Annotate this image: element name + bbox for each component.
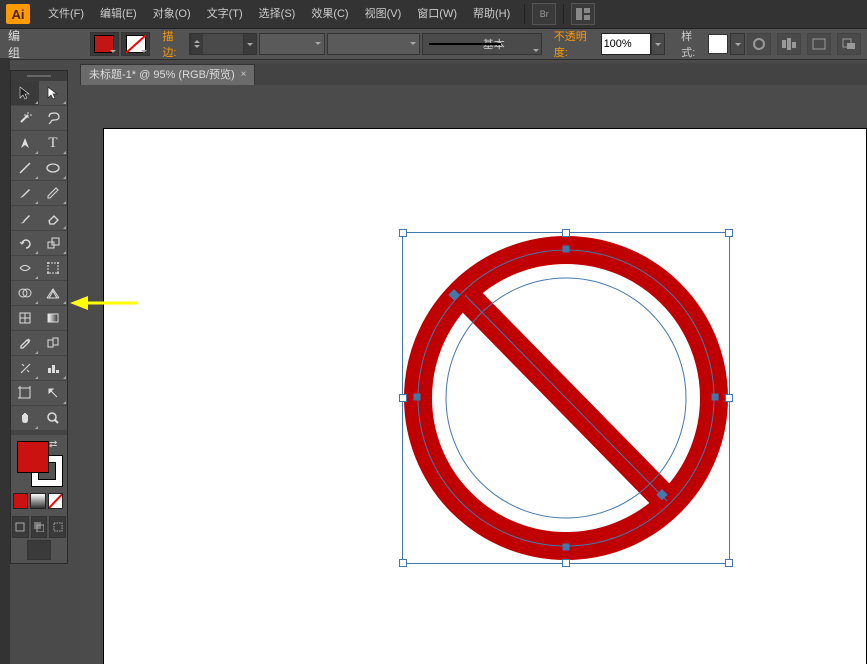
selection-bounding-box[interactable] — [402, 232, 730, 564]
direct-selection-tool[interactable] — [39, 81, 67, 106]
close-tab-icon[interactable]: × — [241, 65, 247, 85]
opacity-label: 不透明度: — [554, 28, 597, 60]
menu-edit[interactable]: 编辑(E) — [92, 0, 145, 28]
artboard-tool[interactable] — [11, 381, 39, 406]
menu-file[interactable]: 文件(F) — [40, 0, 92, 28]
draw-normal-icon[interactable] — [12, 516, 29, 538]
stroke-swatch-dropdown[interactable] — [121, 32, 150, 56]
brush-definition[interactable] — [327, 33, 420, 55]
resize-handle-se[interactable] — [725, 559, 733, 567]
perspective-grid-tool[interactable] — [39, 281, 67, 306]
pen-tool[interactable] — [11, 131, 39, 156]
hand-tool[interactable] — [11, 406, 39, 431]
menu-window[interactable]: 窗口(W) — [409, 0, 465, 28]
symbol-sprayer-tool[interactable] — [11, 356, 39, 381]
selection-mode-label: 编组 — [8, 27, 30, 61]
blend-tool[interactable] — [39, 331, 67, 356]
stroke-label: 描边: — [162, 28, 185, 60]
opacity-dropdown[interactable] — [651, 33, 666, 55]
free-transform-tool[interactable] — [39, 256, 67, 281]
lasso-tool[interactable] — [39, 106, 67, 131]
resize-handle-n[interactable] — [562, 229, 570, 237]
line-tool[interactable] — [11, 156, 39, 181]
document-tab[interactable]: 未标题-1* @ 95% (RGB/预览) × — [80, 64, 255, 85]
color-mode-solid[interactable] — [13, 493, 28, 509]
stroke-style-combo[interactable]: 基本 — [422, 33, 542, 55]
menu-view[interactable]: 视图(V) — [357, 0, 410, 28]
opacity-field[interactable] — [601, 33, 651, 55]
menu-effect[interactable]: 效果(C) — [303, 0, 356, 28]
variable-width-profile[interactable] — [259, 33, 325, 55]
brush-tool[interactable] — [11, 181, 39, 206]
menu-select[interactable]: 选择(S) — [251, 0, 304, 28]
canvas-stage[interactable] — [80, 85, 867, 664]
color-mode-row — [11, 491, 67, 515]
draw-behind-icon[interactable] — [31, 516, 48, 538]
slice-tool[interactable] — [39, 381, 67, 406]
panel-dock-edge — [0, 58, 10, 664]
fill-swatch-dropdown[interactable] — [90, 32, 119, 56]
fill-indicator[interactable] — [17, 441, 49, 473]
graphic-style-dropdown[interactable] — [730, 33, 745, 55]
bridge-icon[interactable]: Br — [532, 3, 556, 25]
prohibition-sign-artwork[interactable] — [403, 233, 729, 563]
recolor-artwork-icon[interactable] — [747, 33, 771, 55]
resize-handle-s[interactable] — [562, 559, 570, 567]
resize-handle-ne[interactable] — [725, 229, 733, 237]
selection-tool[interactable] — [11, 81, 39, 106]
eyedropper-tool[interactable] — [11, 331, 39, 356]
graphic-style-swatch[interactable] — [708, 34, 728, 54]
menu-help[interactable]: 帮助(H) — [465, 0, 518, 28]
resize-handle-nw[interactable] — [399, 229, 407, 237]
draw-inside-icon[interactable] — [49, 516, 66, 538]
mesh-tool[interactable] — [11, 306, 39, 331]
type-tool[interactable]: T — [39, 131, 67, 156]
shape-builder-tool[interactable] — [11, 281, 39, 306]
resize-handle-w[interactable] — [399, 394, 407, 402]
pencil-tool[interactable] — [39, 181, 67, 206]
scale-tool[interactable] — [39, 231, 67, 256]
screen-mode-icon[interactable] — [27, 540, 51, 560]
ellipse-tool[interactable] — [39, 156, 67, 181]
fill-stroke-indicator[interactable]: ⇄ — [11, 435, 67, 491]
document-tabs: 未标题-1* @ 95% (RGB/预览) × — [80, 63, 867, 85]
tools-palette: T ⇄ — [10, 70, 68, 564]
separator — [524, 4, 525, 24]
document-tab-title: 未标题-1* @ 95% (RGB/预览) — [89, 65, 235, 85]
width-tool[interactable] — [11, 256, 39, 281]
isolate-group-icon[interactable] — [837, 33, 861, 55]
gradient-tool[interactable] — [39, 306, 67, 331]
menubar: Ai 文件(F) 编辑(E) 对象(O) 文字(T) 选择(S) 效果(C) 视… — [0, 0, 867, 29]
stroke-weight-field[interactable] — [203, 38, 243, 50]
style-label: 样式: — [681, 28, 704, 60]
align-panel-icon[interactable] — [777, 33, 801, 55]
transform-panel-icon[interactable] — [807, 33, 831, 55]
zoom-tool[interactable] — [39, 406, 67, 431]
control-bar: 编组 描边: 基本 不透明度: 样式: — [0, 29, 867, 60]
swap-fill-stroke-icon[interactable]: ⇄ — [49, 439, 61, 451]
resize-handle-sw[interactable] — [399, 559, 407, 567]
resize-handle-e[interactable] — [725, 394, 733, 402]
color-mode-none[interactable] — [48, 493, 63, 509]
palette-grip[interactable] — [11, 71, 67, 81]
separator — [563, 4, 564, 24]
blob-brush-tool[interactable] — [11, 206, 39, 231]
app-logo: Ai — [6, 4, 30, 24]
stroke-weight-combo[interactable] — [189, 33, 257, 55]
magic-wand-tool[interactable] — [11, 106, 39, 131]
rotate-tool[interactable] — [11, 231, 39, 256]
eraser-tool[interactable] — [39, 206, 67, 231]
menu-object[interactable]: 对象(O) — [145, 0, 199, 28]
arrange-documents-icon[interactable] — [571, 3, 595, 25]
menu-type[interactable]: 文字(T) — [199, 0, 251, 28]
color-mode-gradient[interactable] — [30, 493, 45, 509]
column-graph-tool[interactable] — [39, 356, 67, 381]
